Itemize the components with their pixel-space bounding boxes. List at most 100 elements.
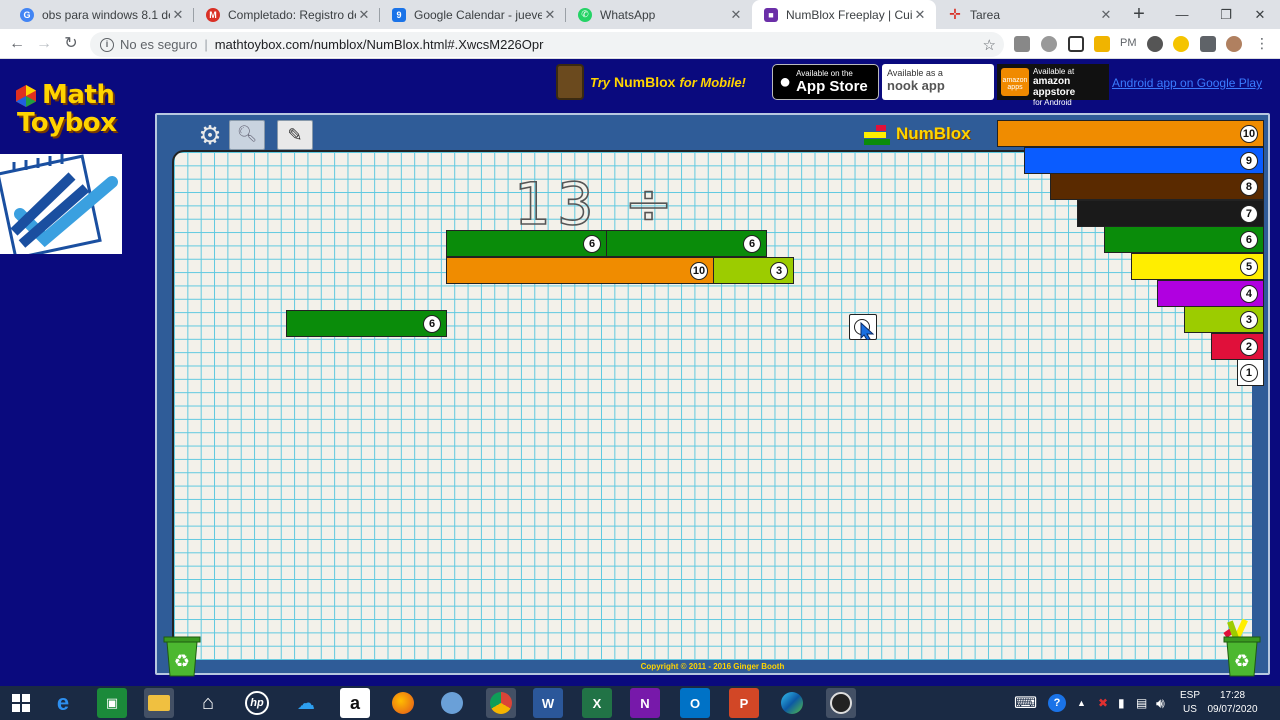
nook-main: nook app [887,78,945,93]
new-tab-button[interactable]: + [1128,3,1150,25]
amazon-appstore-button[interactable]: amazon apps Available at amazon appstore… [997,64,1109,107]
excel-icon[interactable]: X [582,688,612,718]
help-icon[interactable]: ? [1048,686,1066,720]
battery-icon[interactable]: ▮ [1118,686,1125,720]
close-icon[interactable]: ✕ [728,7,744,23]
avatar[interactable] [1226,36,1242,52]
tray-app-icon[interactable]: ✖ [1098,686,1108,720]
app-store-button[interactable]: ● Available on the App Store [772,64,879,100]
home-icon[interactable]: ⌂ [193,688,223,718]
tarea-icon: ✛ [949,6,961,22]
palette-block-8[interactable]: 8 [1050,173,1264,201]
placed-block-6c[interactable]: 6 [286,310,447,337]
keyboard-icon[interactable]: ⌨ [1014,686,1037,720]
network-icon[interactable]: ▤ [1136,686,1147,720]
reload-icon[interactable]: ↻ [60,33,82,55]
menu-dots-icon[interactable]: ⋮ [1255,35,1269,52]
bookmark-star-icon[interactable]: ☆ [983,36,996,54]
address-bar[interactable]: i No es seguro | mathtoybox.com/numblox/… [90,32,1004,57]
zoom-icon[interactable]: 🔍︎ [229,120,265,150]
windows-start-icon[interactable] [6,688,36,718]
clock[interactable]: 17:28 09/07/2020 [1205,689,1260,717]
puzzle-icon[interactable] [1200,36,1216,52]
copyright-text: Copyright © 2011 - 2016 Ginger Booth [640,662,785,671]
language-bottom: US [1183,704,1197,715]
placed-block-6a[interactable]: 6 [446,230,607,257]
appstore-main: App Store [796,78,868,95]
tab-3[interactable]: ✆ WhatsApp ✕ [566,0,752,29]
try-label: Try [590,74,610,90]
close-window-button[interactable]: ✕ [1240,0,1280,29]
block-number: 9 [1239,151,1258,170]
tray-expand-icon[interactable]: ▲ [1077,686,1086,720]
block-number: 1 [1239,364,1258,383]
palette-block-4[interactable]: 4 [1157,279,1264,307]
nook-app-button[interactable]: Available as a nook app [882,64,994,100]
palette-block-3[interactable]: 3 [1183,306,1264,334]
palette-block-9[interactable]: 9 [1023,146,1264,174]
appstore-top: Available on the [796,69,853,78]
block-number: 3 [1239,311,1258,330]
tab-title: Completado: Registro de usu [228,7,356,22]
close-icon[interactable]: ✕ [356,7,372,23]
calendar-icon: 9 [392,7,406,22]
palette-block-1[interactable]: 1 [1237,359,1264,387]
tab-2[interactable]: 9 Google Calendar - jueves, 9 d ✕ [380,0,566,29]
grid-extension-icon[interactable] [1068,36,1084,52]
placed-block-10[interactable]: 10 [446,257,714,284]
onedrive-icon[interactable]: ☁ [291,688,321,718]
info-icon[interactable]: i [100,37,114,52]
close-icon[interactable]: ✕ [170,7,186,23]
tab-1[interactable]: M Completado: Registro de usu ✕ [194,0,380,29]
math-toybox-logo[interactable]: Math Toybox [12,78,120,138]
palette-block-6[interactable]: 6 [1103,226,1264,254]
close-icon[interactable]: ✕ [1098,7,1114,23]
file-explorer-icon[interactable] [144,688,174,718]
onenote-icon[interactable]: N [630,688,660,718]
tab-title: Tarea [970,7,1001,22]
hp-icon[interactable]: hp [242,688,272,718]
tab-title: WhatsApp [600,7,656,22]
tab-5[interactable]: ✛ Tarea ✕ [936,0,1122,29]
powerpoint-icon[interactable]: P [729,688,759,718]
tab-4-active[interactable]: ■ NumBlox Freeplay | Cuisenair ✕ [752,0,936,29]
gear-icon[interactable]: ⚙ [192,120,228,150]
firefox-icon[interactable] [388,688,418,718]
store-icon[interactable]: ▣ [97,688,127,718]
palette-block-2[interactable]: 2 [1210,332,1264,360]
placed-block-6b[interactable]: 6 [606,230,767,257]
palette-block-10[interactable]: 10 [997,120,1264,147]
back-arrow-icon[interactable]: ← [6,33,28,55]
close-icon[interactable]: ✕ [912,7,928,23]
rotate-tool[interactable] [849,314,877,340]
chrome-icon[interactable] [486,688,516,718]
placed-block-3[interactable]: 3 [713,257,794,284]
volume-icon[interactable]: 🔊︎ [1156,686,1165,720]
palette-block-7[interactable]: 7 [1077,199,1264,227]
forward-arrow-icon[interactable]: → [33,33,55,55]
whatsapp-icon: ✆ [578,7,592,22]
edge-icon[interactable] [777,688,807,718]
google-play-link[interactable]: Android app on Google Play [1112,64,1280,100]
tab-title: Google Calendar - jueves, 9 d [414,7,542,22]
pencil-icon[interactable]: ✎ [277,120,313,150]
extension-icon[interactable] [1094,36,1110,52]
minimize-button[interactable]: — [1162,0,1202,29]
outlook-icon[interactable]: O [680,688,710,718]
globe-icon[interactable] [437,688,467,718]
internet-explorer-icon[interactable]: e [48,688,78,718]
palette-block-5[interactable]: 5 [1130,253,1264,280]
extension-icon[interactable] [1147,36,1163,52]
language-indicator[interactable]: ESP US [1180,689,1200,717]
hand-extension-icon[interactable] [1173,36,1189,52]
tab-0[interactable]: G obs para windows 8.1 de 64 b ✕ [8,0,194,29]
try-numblox-mobile-banner[interactable]: Try NumBlox for Mobile! [556,64,766,100]
extension-icon[interactable] [1041,36,1057,52]
profile-badge[interactable]: PM [1120,37,1137,49]
obs-icon[interactable] [826,688,856,718]
tab-title: NumBlox Freeplay | Cuisenair [786,7,912,22]
word-icon[interactable]: W [533,688,563,718]
amazon-icon[interactable]: a [340,688,370,718]
close-icon[interactable]: ✕ [542,7,558,23]
shield-extension-icon[interactable] [1014,36,1030,52]
